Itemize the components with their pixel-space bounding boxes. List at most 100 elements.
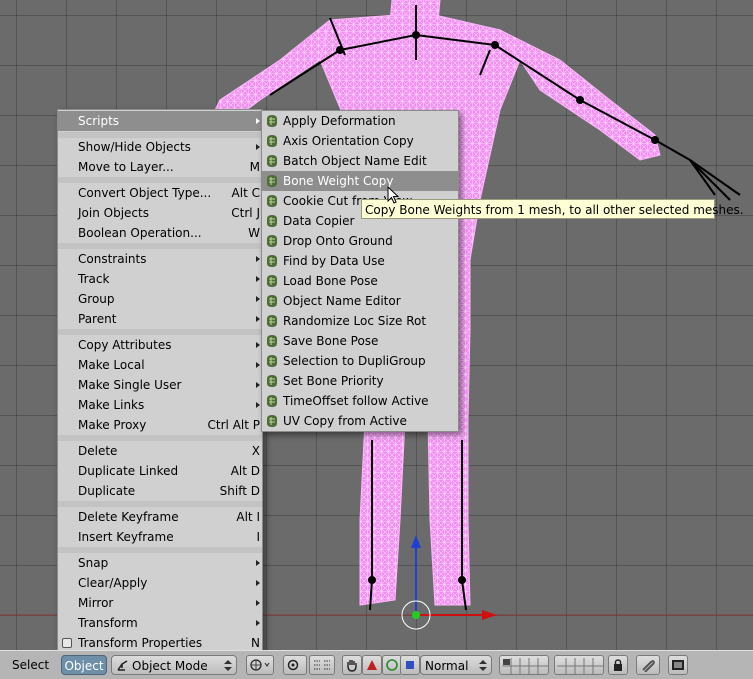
script-item-randomize-loc-size-rot[interactable]: Randomize Loc Size Rot — [262, 311, 458, 331]
script-item-label: Batch Object Name Edit — [283, 154, 427, 168]
select-menu[interactable]: Select — [12, 655, 49, 675]
submenu-arrow-icon — [256, 316, 260, 322]
script-item-save-bone-pose[interactable]: Save Bone Pose — [262, 331, 458, 351]
checkbox-icon[interactable] — [62, 638, 72, 648]
script-item-label: Load Bone Pose — [283, 274, 378, 288]
menu-item-label: Delete Keyframe — [78, 510, 179, 524]
submenu-arrow-icon — [256, 342, 260, 348]
menu-item-make-local[interactable]: Make Local — [58, 355, 262, 375]
sphere-icon — [250, 659, 270, 671]
menu-item-label: Clear/Apply — [78, 576, 148, 590]
snap-button[interactable] — [636, 655, 660, 675]
script-item-object-name-editor[interactable]: Object Name Editor — [262, 291, 458, 311]
menu-item-show-hide-objects[interactable]: Show/Hide Objects — [58, 137, 262, 157]
magnet-icon — [642, 660, 655, 672]
transform-orientation-select[interactable]: Normal — [420, 655, 492, 675]
script-item-drop-onto-ground[interactable]: Drop Onto Ground — [262, 231, 458, 251]
script-item-apply-deformation[interactable]: Apply Deformation — [262, 111, 458, 131]
object-mode-icon — [117, 660, 128, 671]
submenu-arrow-icon — [256, 256, 260, 262]
menu-item-delete-keyframe[interactable]: Delete Keyframe Alt I — [58, 507, 262, 527]
submenu-arrow-icon — [256, 276, 260, 282]
mode-select-value: Object Mode — [132, 659, 208, 673]
menu-item-label: Duplicate — [78, 484, 136, 498]
render-icon — [672, 660, 684, 670]
object-menu: Scripts Show/Hide Objects Move to Layer.… — [57, 109, 263, 652]
submenu-arrow-icon — [256, 362, 260, 368]
mouse-cursor-icon — [387, 186, 399, 204]
menu-item-join-objects[interactable]: Join Objects Ctrl J — [58, 203, 262, 223]
python-script-icon — [267, 375, 277, 387]
submenu-arrow-icon — [256, 620, 260, 626]
menu-item-constraints[interactable]: Constraints — [58, 249, 262, 269]
python-script-icon — [267, 135, 277, 147]
object-menu-button[interactable]: Object — [61, 655, 107, 675]
menu-item-make-proxy[interactable]: Make Proxy Ctrl Alt P — [58, 415, 262, 435]
script-item-label: TimeOffset follow Active — [283, 394, 429, 408]
script-item-set-bone-priority[interactable]: Set Bone Priority — [262, 371, 458, 391]
script-item-find-by-data-use[interactable]: Find by Data Use — [262, 251, 458, 271]
menu-item-label: Delete — [78, 444, 118, 458]
translate-button[interactable] — [362, 655, 382, 675]
menu-item-shortcut: Ctrl J — [231, 206, 260, 220]
menu-item-shortcut: X — [251, 444, 260, 458]
menu-item-clear-apply[interactable]: Clear/Apply — [58, 573, 262, 593]
menu-item-convert-object-type[interactable]: Convert Object Type... Alt C — [58, 183, 262, 203]
script-item-batch-object-name-edit[interactable]: Batch Object Name Edit — [262, 151, 458, 171]
menu-item-snap[interactable]: Snap — [58, 553, 262, 573]
menu-item-make-single-user[interactable]: Make Single User — [58, 375, 262, 395]
menu-item-label: Transform — [78, 616, 138, 630]
manipulator-toggle-button[interactable] — [309, 655, 335, 675]
menu-item-shortcut: W — [248, 226, 260, 240]
script-item-selection-to-dupligroup[interactable]: Selection to DupliGroup — [262, 351, 458, 371]
rotate-circle-icon — [386, 659, 398, 671]
menu-item-parent[interactable]: Parent — [58, 309, 262, 329]
script-item-timeoffset-follow-active[interactable]: TimeOffset follow Active — [262, 391, 458, 411]
script-item-load-bone-pose[interactable]: Load Bone Pose — [262, 271, 458, 291]
submenu-arrow-icon — [256, 118, 260, 124]
lock-button[interactable] — [608, 655, 628, 675]
menu-item-shortcut: M — [249, 160, 260, 174]
menu-item-label: Join Objects — [78, 206, 149, 220]
layer-buttons-group-2[interactable] — [554, 655, 604, 675]
python-script-icon — [267, 235, 277, 247]
rotate-button[interactable] — [382, 655, 402, 675]
menu-item-label: Duplicate Linked — [78, 464, 179, 478]
menu-item-copy-attributes[interactable]: Copy Attributes — [58, 335, 262, 355]
menu-item-duplicate-linked[interactable]: Duplicate Linked Alt D — [58, 461, 262, 481]
menu-item-shortcut: Alt D — [230, 464, 260, 478]
menu-item-label: Make Local — [78, 358, 145, 372]
menu-item-scripts[interactable]: Scripts — [58, 111, 262, 131]
script-item-axis-orientation-copy[interactable]: Axis Orientation Copy — [262, 131, 458, 151]
hand-button[interactable] — [342, 655, 362, 675]
menu-item-shortcut: Shift D — [219, 484, 260, 498]
menu-item-make-links[interactable]: Make Links — [58, 395, 262, 415]
submenu-arrow-icon — [256, 402, 260, 408]
menu-item-delete[interactable]: Delete X — [58, 441, 262, 461]
menu-item-group[interactable]: Group — [58, 289, 262, 309]
script-item-label: Object Name Editor — [283, 294, 401, 308]
updown-arrows-icon — [479, 658, 487, 672]
script-item-label: Drop Onto Ground — [283, 234, 393, 248]
menu-item-label: Move to Layer... — [78, 160, 174, 174]
viewport-shading-button[interactable] — [246, 655, 274, 675]
menu-item-duplicate[interactable]: Duplicate Shift D — [58, 481, 262, 501]
render-button[interactable] — [668, 655, 688, 675]
mode-select[interactable]: Object Mode — [111, 655, 237, 675]
script-item-bone-weight-copy[interactable]: Bone Weight Copy — [262, 171, 458, 191]
menu-item-transform[interactable]: Transform — [58, 613, 262, 633]
menu-item-move-to-layer[interactable]: Move to Layer... M — [58, 157, 262, 177]
menu-item-track[interactable]: Track — [58, 269, 262, 289]
layer-buttons-group-1[interactable] — [499, 655, 549, 675]
script-item-uv-copy-from-active[interactable]: UV Copy from Active — [262, 411, 458, 431]
menu-item-label: Insert Keyframe — [78, 530, 174, 544]
menu-item-shortcut: I — [256, 530, 260, 544]
python-script-icon — [267, 155, 277, 167]
scale-button[interactable] — [400, 655, 420, 675]
menu-item-boolean-operation[interactable]: Boolean Operation... W — [58, 223, 262, 243]
menu-item-mirror[interactable]: Mirror — [58, 593, 262, 613]
menu-item-insert-keyframe[interactable]: Insert Keyframe I — [58, 527, 262, 547]
orientation-select-value: Normal — [425, 659, 469, 673]
menu-item-shortcut: Alt I — [236, 510, 260, 524]
pivot-button[interactable] — [283, 655, 307, 675]
